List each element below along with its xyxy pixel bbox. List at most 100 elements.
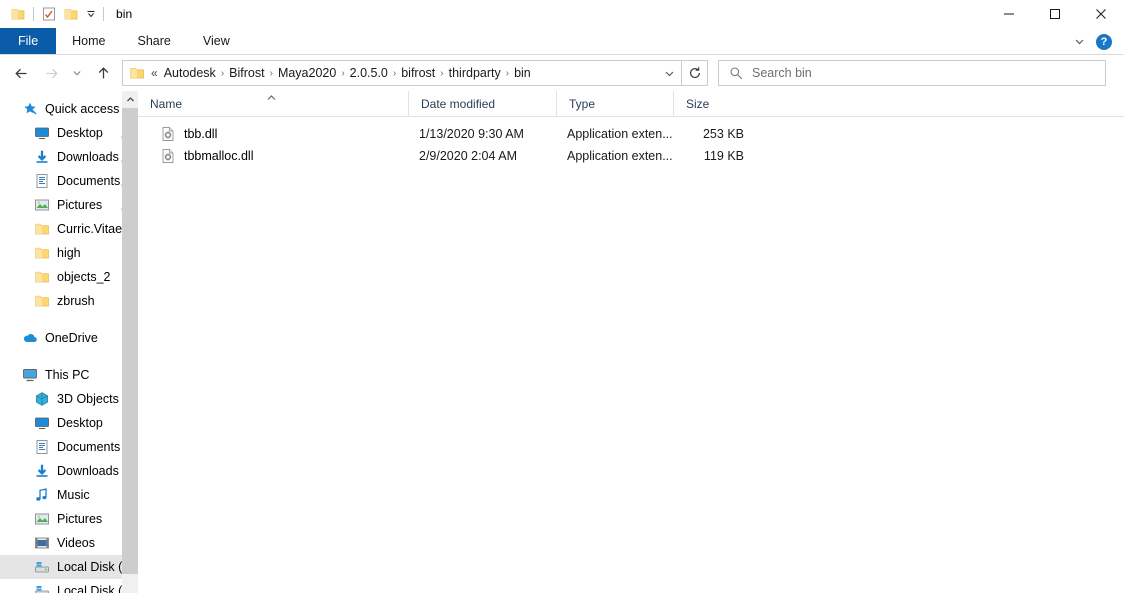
- folder-icon: [35, 247, 49, 259]
- address-bar[interactable]: « Autodesk › Bifrost › Maya2020 › 2.0.5.…: [122, 60, 682, 86]
- documents-icon: [34, 439, 50, 455]
- file-type-cell: Application exten...: [567, 149, 673, 163]
- minimize-button[interactable]: [986, 0, 1032, 28]
- sidebar-item-label: Desktop: [57, 416, 103, 430]
- file-name-cell: tbb.dll: [138, 126, 408, 142]
- table-row[interactable]: tbbmalloc.dll 2/9/2020 2:04 AM Application…: [138, 145, 1124, 167]
- folder-icon: [35, 223, 49, 235]
- dll-file-icon: [160, 126, 176, 142]
- downloads-icon: [34, 463, 50, 479]
- column-header-date-modified[interactable]: Date modified: [408, 91, 556, 116]
- sidebar-item-desktop[interactable]: Desktop: [0, 411, 138, 435]
- breadcrumb-item-autodesk[interactable]: Autodesk: [160, 64, 220, 82]
- window-title: bin: [116, 7, 133, 21]
- column-header-name-label: Name: [150, 96, 183, 111]
- column-header-size[interactable]: Size: [673, 91, 756, 116]
- documents-icon: [36, 174, 48, 188]
- sidebar-item-label: Videos: [57, 536, 95, 550]
- sidebar-item-pictures[interactable]: Pictures: [0, 507, 138, 531]
- address-dropdown-icon[interactable]: [657, 61, 681, 85]
- forward-button[interactable]: [36, 58, 66, 88]
- back-button[interactable]: [6, 58, 36, 88]
- sidebar-item-desktop[interactable]: Desktop: [0, 121, 138, 145]
- sidebar-scrollbar[interactable]: [122, 91, 138, 593]
- file-date-cell: 2/9/2020 2:04 AM: [419, 149, 517, 163]
- sidebar-item-high[interactable]: high: [0, 241, 138, 265]
- file-explorer-window: bin File Home Share View ? « Autodesk › …: [0, 0, 1124, 593]
- sidebar-item-label: Desktop: [57, 126, 103, 140]
- file-size-cell: 119 KB: [703, 149, 744, 163]
- breadcrumb-item-maya2020[interactable]: Maya2020: [274, 64, 340, 82]
- pictures-icon: [34, 511, 50, 527]
- maximize-button[interactable]: [1032, 0, 1078, 28]
- sidebar-item-downloads[interactable]: Downloads: [0, 459, 138, 483]
- search-box[interactable]: Search bin: [718, 60, 1106, 86]
- sidebar-item-quick-access[interactable]: Quick access: [0, 97, 138, 121]
- breadcrumb-item-bifrost-2[interactable]: bifrost: [397, 64, 439, 82]
- file-list-pane: Name Date modified Type Size tbb.dll 1/13…: [138, 91, 1124, 593]
- sidebar-item-label: high: [57, 246, 81, 260]
- sort-ascending-icon: [267, 95, 276, 100]
- sidebar-item-this-pc[interactable]: This PC: [0, 363, 138, 387]
- sidebar-item-documents[interactable]: Documents: [0, 435, 138, 459]
- up-button[interactable]: [88, 58, 118, 88]
- scroll-up-button[interactable]: [122, 91, 138, 108]
- breadcrumb-folder-icon: [130, 68, 144, 79]
- close-button[interactable]: [1078, 0, 1124, 28]
- navigation-pane: Quick access Desktop Downloads Documents Pic…: [0, 91, 138, 593]
- folder-icon[interactable]: [7, 3, 29, 25]
- new-folder-icon[interactable]: [60, 3, 82, 25]
- sidebar-item-onedrive[interactable]: OneDrive: [0, 326, 138, 350]
- sidebar-item-3d-objects[interactable]: 3D Objects: [0, 387, 138, 411]
- sidebar-item-downloads[interactable]: Downloads: [0, 145, 138, 169]
- tab-home[interactable]: Home: [56, 28, 121, 54]
- pictures-icon: [35, 199, 49, 211]
- desktop-icon: [35, 127, 49, 139]
- properties-icon[interactable]: [38, 3, 60, 25]
- sidebar-item-label: Documents: [57, 440, 121, 454]
- breadcrumb-overflow[interactable]: «: [149, 66, 160, 80]
- breadcrumb-item-version[interactable]: 2.0.5.0: [346, 64, 392, 82]
- scrollbar-thumb[interactable]: [122, 108, 138, 574]
- dll-file-icon: [162, 127, 174, 141]
- dll-file-icon: [162, 149, 174, 163]
- sidebar-item-label: This PC: [45, 368, 90, 382]
- sidebar-item-curric-vitae[interactable]: Curric.Vitae: [0, 217, 138, 241]
- refresh-button[interactable]: [682, 60, 708, 86]
- sidebar-item-label: objects_2: [57, 270, 111, 284]
- column-header-type[interactable]: Type: [556, 91, 673, 116]
- tab-view[interactable]: View: [187, 28, 246, 54]
- search-input[interactable]: Search bin: [752, 66, 812, 80]
- sidebar-item-music[interactable]: Music: [0, 483, 138, 507]
- customize-dropdown-icon[interactable]: [82, 3, 99, 25]
- tab-file[interactable]: File: [0, 28, 57, 54]
- music-note-icon: [34, 487, 50, 503]
- sidebar-item-zbrush[interactable]: zbrush: [0, 289, 138, 313]
- breadcrumb-item-bifrost[interactable]: Bifrost: [225, 64, 268, 82]
- sidebar-item-objects-2[interactable]: objects_2: [0, 265, 138, 289]
- hard-drive-icon: [34, 559, 50, 575]
- hard-drive-icon: [34, 583, 50, 593]
- sidebar-item-pictures[interactable]: Pictures: [0, 193, 138, 217]
- downloads-icon: [36, 464, 48, 477]
- downloads-icon: [34, 149, 50, 165]
- breadcrumb-item-bin[interactable]: bin: [510, 64, 535, 82]
- tab-share[interactable]: Share: [122, 28, 187, 54]
- recent-locations-button[interactable]: [66, 58, 88, 88]
- sidebar-item-local-disk-d[interactable]: Local Disk (D:): [0, 579, 138, 593]
- chevron-down-icon[interactable]: [1068, 31, 1090, 53]
- sidebar-item-local-disk-c[interactable]: Local Disk (C:): [0, 555, 138, 579]
- explorer-body: Quick access Desktop Downloads Documents Pic…: [0, 91, 1124, 593]
- file-name-label: tbb.dll: [184, 127, 218, 141]
- downloads-icon: [36, 150, 48, 163]
- breadcrumb: « Autodesk › Bifrost › Maya2020 › 2.0.5.…: [123, 64, 657, 82]
- title-bar: bin: [0, 0, 1124, 28]
- sidebar-item-videos[interactable]: Videos: [0, 531, 138, 555]
- help-icon[interactable]: ?: [1096, 33, 1112, 50]
- table-row[interactable]: tbb.dll 1/13/2020 9:30 AM Application exte…: [138, 123, 1124, 145]
- breadcrumb-item-thirdparty[interactable]: thirdparty: [445, 64, 505, 82]
- sidebar-item-documents[interactable]: Documents: [0, 169, 138, 193]
- file-name-cell: tbbmalloc.dll: [138, 148, 408, 164]
- column-header-name[interactable]: Name: [138, 91, 408, 116]
